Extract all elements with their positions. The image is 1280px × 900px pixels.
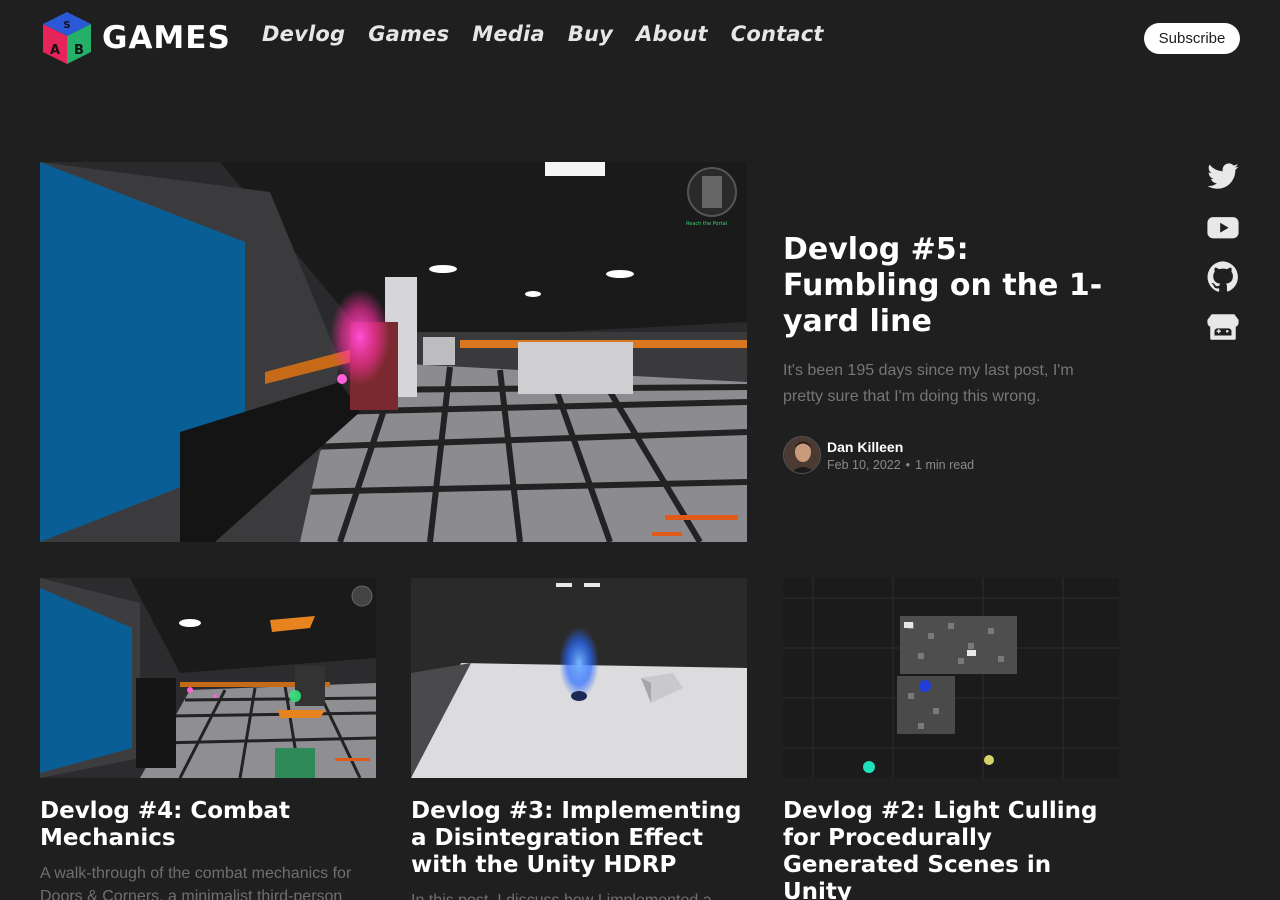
social-links [1206,160,1242,360]
nav-buy[interactable]: Buy [568,22,613,46]
logo-text: GAMES [102,20,231,56]
meta-separator: • [905,457,911,472]
logo-letter-left: A [50,43,60,58]
itchio-icon[interactable] [1206,310,1240,344]
author-name[interactable]: Dan Killeen [827,439,974,455]
post-card-title[interactable]: Devlog #4: Combat Mechanics [40,798,376,852]
post-card-image[interactable] [783,578,1119,778]
logo-letter-top: S [63,20,70,31]
nav-about[interactable]: About [636,22,708,46]
twitter-icon[interactable] [1206,160,1240,194]
post-card-title[interactable]: Devlog #2: Light Culling for Procedurall… [783,798,1119,900]
post-card-image[interactable] [40,578,376,778]
featured-game-screenshot: Reach the Portal [40,162,747,542]
site-header: S A B GAMES Devlog Games Media Buy About… [0,0,1280,76]
featured-post-image[interactable]: Reach the Portal [40,162,747,542]
featured-post-title[interactable]: Devlog #5: Fumbling on the 1-yard line [783,232,1123,340]
nav-devlog[interactable]: Devlog [262,22,345,46]
avatar[interactable] [783,436,821,474]
light-culling-screenshot [783,578,1119,778]
post-card: Devlog #2: Light Culling for Procedurall… [783,578,1119,900]
post-card-image[interactable] [411,578,747,778]
disintegration-screenshot [411,578,747,778]
read-time: 1 min read [915,457,975,472]
nav-contact[interactable]: Contact [731,22,824,46]
main-nav: Devlog Games Media Buy About Contact [262,22,824,46]
combat-screenshot [40,578,376,778]
github-icon[interactable] [1206,260,1240,294]
post-meta: Feb 10, 2022 • 1 min read [827,458,974,472]
site-logo[interactable]: S A B GAMES [40,10,240,66]
author-avatar-image [784,437,820,473]
logo-cube-icon: S A B [43,12,91,64]
hud-objective: Reach the Portal [686,221,727,227]
logo-letter-right: B [74,43,84,58]
post-date: Feb 10, 2022 [827,457,901,472]
post-card-excerpt: A walk-through of the combat mechanics f… [40,865,352,900]
nav-games[interactable]: Games [368,22,449,46]
post-card: Devlog #4: Combat Mechanics A walk-throu… [40,578,376,900]
post-card: Devlog #3: Implementing a Disintegration… [411,578,747,900]
featured-post-excerpt: It's been 195 days since my last post, I… [783,362,1074,405]
post-card-title[interactable]: Devlog #3: Implementing a Disintegration… [411,798,747,879]
featured-post: Devlog #5: Fumbling on the 1-yard line I… [783,232,1123,474]
subscribe-button[interactable]: Subscribe [1144,23,1240,54]
youtube-icon[interactable] [1206,210,1240,244]
nav-media[interactable]: Media [472,22,545,46]
author-block: Dan Killeen Feb 10, 2022 • 1 min read [783,436,1123,474]
post-card-excerpt: In this post, I discuss how I implemente… [411,889,747,900]
